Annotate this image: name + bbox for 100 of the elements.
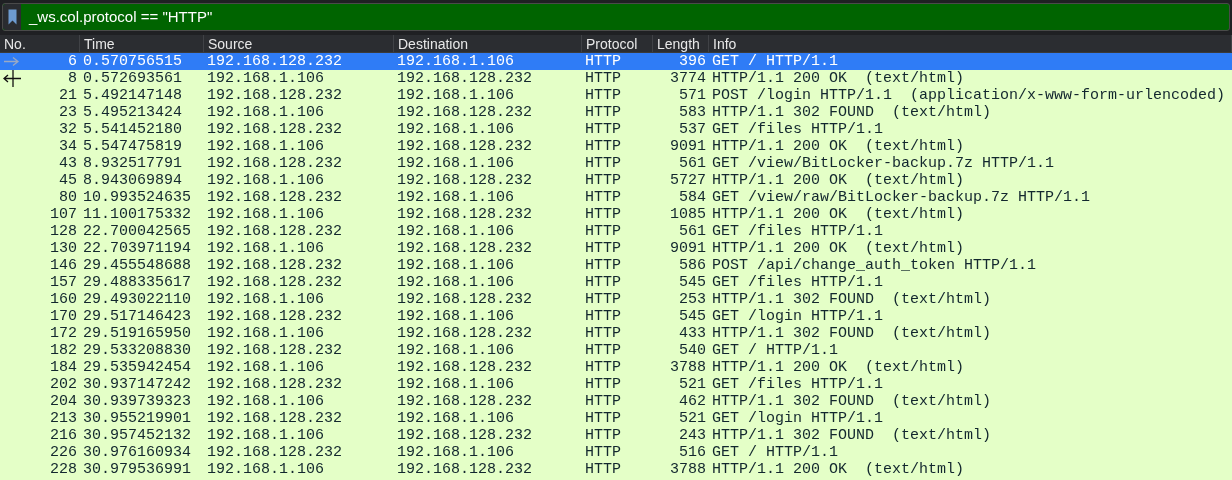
column-header[interactable]: Protocol [586,34,638,53]
table-cell: 192.168.1.106 [397,87,515,104]
table-cell: 192.168.1.106 [397,444,515,461]
table-cell: HTTP [585,53,621,70]
table-cell: 540 [679,342,706,359]
table-cell: 192.168.128.232 [397,172,533,189]
table-cell: 192.168.1.106 [207,104,325,121]
bookmark-icon[interactable] [7,9,17,25]
table-cell: 5.495213424 [83,104,183,121]
column-header[interactable]: Info [713,34,737,53]
table-cell: 192.168.1.106 [397,189,515,206]
table-cell: 537 [679,121,706,138]
table-cell: 192.168.1.106 [397,410,515,427]
table-cell: 21 [59,87,77,104]
column-header[interactable]: No. [4,34,26,53]
table-cell: HTTP/1.1 200 OK (text/html) [712,172,965,189]
table-cell: 107 [50,206,77,223]
table-cell: 243 [679,427,706,444]
table-cell: HTTP/1.1 302 FOUND (text/html) [712,291,992,308]
column-header[interactable]: Source [208,34,253,53]
table-cell: HTTP/1.1 302 FOUND (text/html) [712,427,992,444]
table-cell: HTTP [585,104,621,121]
table-cell: GET / HTTP/1.1 [712,342,839,359]
table-cell: 192.168.1.106 [207,70,325,87]
table-cell: HTTP [585,155,621,172]
table-cell: 157 [50,274,77,291]
table-cell: 192.168.128.232 [207,444,343,461]
table-cell: 192.168.128.232 [397,427,533,444]
table-cell: HTTP [585,121,621,138]
table-cell: HTTP [585,87,621,104]
table-cell: HTTP [585,325,621,342]
table-cell: 192.168.1.106 [397,257,515,274]
table-cell: 192.168.128.232 [207,274,343,291]
table-cell: 561 [679,155,706,172]
table-cell: 5.492147148 [83,87,183,104]
table-cell: 192.168.128.232 [397,70,533,87]
table-cell: HTTP/1.1 302 FOUND (text/html) [712,325,992,342]
filter-field[interactable]: _ws.col.protocol == "HTTP" [2,3,1230,31]
column-header[interactable]: Destination [398,34,469,53]
table-cell: 192.168.128.232 [207,223,343,240]
table-cell: GET / HTTP/1.1 [712,53,839,70]
table-cell: HTTP [585,291,621,308]
table-cell: 30.955219901 [83,410,192,427]
table-cell: 3774 [670,70,706,87]
table-cell: 192.168.128.232 [397,461,533,478]
table-cell: 202 [50,376,77,393]
table-cell: 29.488335617 [83,274,192,291]
table-cell: HTTP [585,240,621,257]
table-cell: 192.168.128.232 [207,308,343,325]
table-cell: POST /api/change_auth_token HTTP/1.1 [712,257,1037,274]
table-cell: HTTP/1.1 302 FOUND (text/html) [712,104,992,121]
table-cell: 213 [50,410,77,427]
table-cell: 30.957452132 [83,427,192,444]
table-cell: 22.703971194 [83,240,192,257]
table-cell: POST /login HTTP/1.1 (application/x-www-form-urlencoded) [712,87,1226,104]
table-cell: HTTP [585,376,621,393]
table-cell: 30.979536991 [83,461,192,478]
table-cell: GET /files HTTP/1.1 [712,376,884,393]
table-cell: 80 [59,189,77,206]
table-cell: 192.168.1.106 [397,308,515,325]
table-cell: 253 [679,291,706,308]
table-cell: HTTP [585,189,621,206]
table-cell: 192.168.128.232 [207,189,343,206]
table-cell: 192.168.1.106 [207,325,325,342]
arrow-left-icon [3,70,21,87]
table-cell: 1085 [670,206,706,223]
table-cell: 192.168.1.106 [397,223,515,240]
table-cell: 30.939739323 [83,393,192,410]
table-cell: HTTP [585,172,621,189]
table-cell: 396 [679,53,706,70]
table-cell: 192.168.1.106 [207,291,325,308]
table-cell: 521 [679,376,706,393]
table-cell: HTTP [585,206,621,223]
table-cell: 192.168.1.106 [397,155,515,172]
table-cell: 561 [679,223,706,240]
table-cell: 192.168.128.232 [207,342,343,359]
table-cell: 433 [679,325,706,342]
table-cell: 5.541452180 [83,121,183,138]
column-header[interactable]: Time [84,34,115,53]
table-cell: 3788 [670,359,706,376]
table-cell: 192.168.128.232 [207,376,343,393]
table-cell: 160 [50,291,77,308]
table-cell: 192.168.128.232 [397,325,533,342]
packet-row[interactable]: 6 0.570756515 192.168.128.232 192.168.1.106 HTTP 396 GET / HTTP/1.1 [0,53,1232,70]
table-cell: 545 [679,308,706,325]
table-cell: 5.547475819 [83,138,183,155]
table-cell: 192.168.1.106 [207,427,325,444]
table-cell: 0.572693561 [83,70,183,87]
table-cell: 128 [50,223,77,240]
table-cell: 192.168.128.232 [397,104,533,121]
column-header[interactable]: Length [657,34,700,53]
table-cell: 226 [50,444,77,461]
table-cell: HTTP/1.1 200 OK (text/html) [712,206,965,223]
table-cell: HTTP [585,461,621,478]
table-cell: 192.168.1.106 [207,461,325,478]
table-cell: HTTP [585,359,621,376]
table-cell: HTTP [585,427,621,444]
table-cell: GET /files HTTP/1.1 [712,223,884,240]
table-cell: 216 [50,427,77,444]
table-cell: 192.168.128.232 [397,393,533,410]
